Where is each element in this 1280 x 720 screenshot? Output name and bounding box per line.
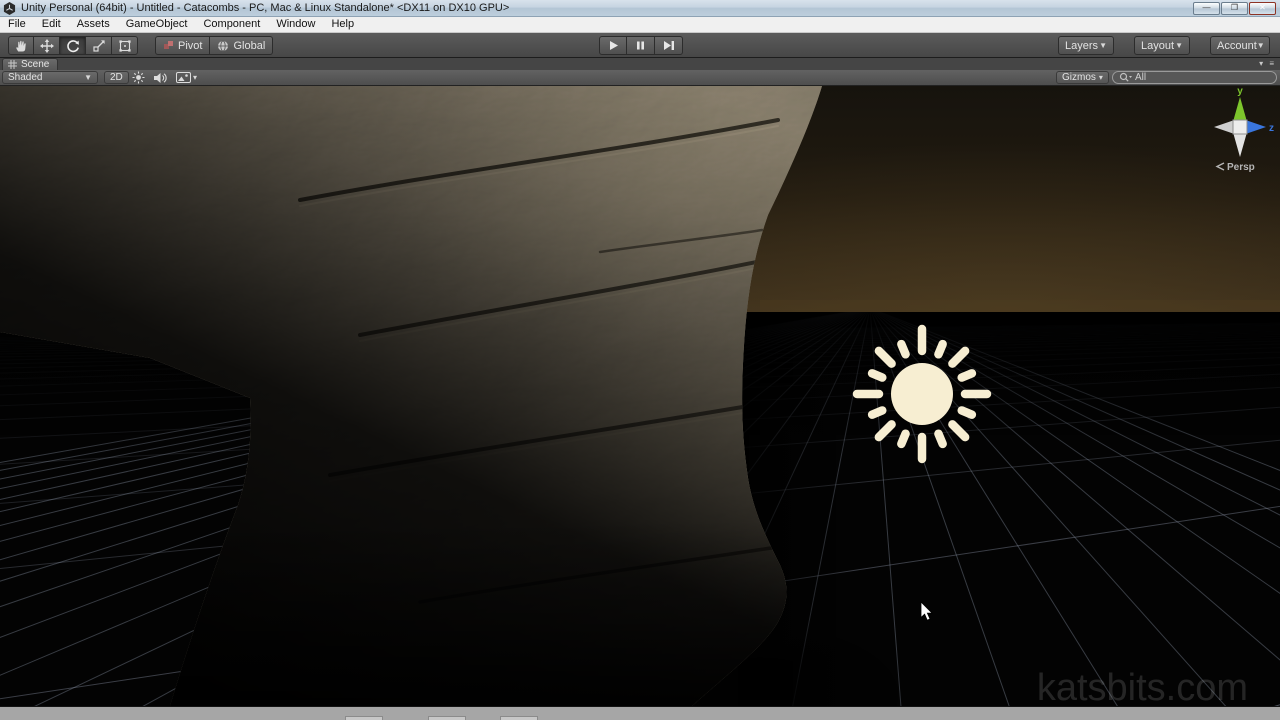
status-bar bbox=[0, 706, 1280, 720]
menu-window[interactable]: Window bbox=[268, 17, 323, 32]
account-label: Account bbox=[1217, 40, 1257, 52]
search-icon bbox=[1119, 72, 1132, 83]
restore-button[interactable]: ❐ bbox=[1221, 2, 1248, 15]
play-button[interactable] bbox=[599, 36, 627, 55]
global-icon bbox=[217, 40, 229, 52]
unity-toolbar: Pivot Global Layers▼ Layout▼ Account▼ bbox=[0, 33, 1280, 58]
step-icon bbox=[663, 40, 675, 51]
taskbar-hint bbox=[345, 716, 383, 720]
menu-edit[interactable]: Edit bbox=[34, 17, 69, 32]
gizmos-label: Gizmos bbox=[1062, 72, 1096, 83]
2d-toggle[interactable]: 2D bbox=[104, 71, 129, 84]
pivot-label: Pivot bbox=[178, 40, 202, 52]
menu-bar: File Edit Assets GameObject Component Wi… bbox=[0, 17, 1280, 33]
scale-tool-icon bbox=[92, 39, 106, 53]
effects-dropdown[interactable]: ▾ bbox=[176, 71, 197, 84]
layout-dropdown[interactable]: Layout▼ bbox=[1134, 36, 1190, 55]
audio-icon bbox=[153, 72, 167, 84]
lighting-toggle[interactable] bbox=[132, 71, 145, 84]
menu-assets[interactable]: Assets bbox=[69, 17, 118, 32]
tool-rect[interactable] bbox=[112, 36, 138, 55]
transform-tool-group bbox=[8, 36, 138, 55]
scene-canvas[interactable]: y z Persp katsbits.com bbox=[0, 86, 1280, 706]
global-toggle[interactable]: Global bbox=[210, 36, 273, 55]
account-dropdown[interactable]: Account▼ bbox=[1210, 36, 1270, 55]
layers-label: Layers bbox=[1065, 40, 1098, 52]
lighting-icon bbox=[132, 71, 145, 84]
menu-gameobject[interactable]: GameObject bbox=[118, 17, 196, 32]
playback-group bbox=[599, 36, 683, 55]
sun-gizmo-icon[interactable] bbox=[857, 329, 987, 459]
window-title: Unity Personal (64bit) - Untitled - Cata… bbox=[21, 0, 1192, 16]
shading-mode-label: Shaded bbox=[8, 72, 42, 83]
rotate-tool-icon bbox=[66, 39, 80, 53]
projection-label[interactable]: Persp bbox=[1227, 162, 1255, 173]
pivot-icon bbox=[163, 40, 174, 51]
chevron-down-icon: ▼ bbox=[1175, 42, 1183, 50]
minimize-button[interactable]: — bbox=[1193, 2, 1220, 15]
unity-logo-icon bbox=[3, 2, 16, 15]
2d-label: 2D bbox=[110, 72, 123, 83]
tab-strip: Scene ▾ ≡ bbox=[0, 58, 1280, 70]
axis-y-label: y bbox=[1237, 86, 1243, 97]
chevron-down-icon: ▾ bbox=[193, 74, 197, 82]
scene-search[interactable] bbox=[1112, 71, 1277, 84]
tool-rotate[interactable] bbox=[60, 36, 86, 55]
close-button[interactable]: ✕ bbox=[1249, 2, 1276, 15]
layout-label: Layout bbox=[1141, 40, 1174, 52]
gizmo-center-cube[interactable] bbox=[1233, 120, 1247, 134]
chevron-down-icon: ▼ bbox=[1257, 42, 1265, 50]
effects-icon bbox=[176, 72, 191, 83]
panel-menu-icon[interactable]: ▾ ≡ bbox=[1259, 59, 1276, 68]
rect-tool-icon bbox=[118, 39, 132, 53]
layers-dropdown[interactable]: Layers▼ bbox=[1058, 36, 1114, 55]
pause-icon bbox=[635, 40, 646, 51]
taskbar-hint bbox=[500, 716, 538, 720]
menu-help[interactable]: Help bbox=[323, 17, 362, 32]
chevron-down-icon: ▼ bbox=[1099, 42, 1107, 50]
axis-z-label: z bbox=[1269, 123, 1274, 134]
chevron-down-icon: ▾ bbox=[1099, 74, 1103, 82]
menu-file[interactable]: File bbox=[0, 17, 34, 32]
watermark: katsbits.com bbox=[1037, 667, 1248, 706]
tab-scene-label: Scene bbox=[21, 60, 49, 70]
scene-toolbar: Shaded ▼ 2D ▾ Gizmos ▾ bbox=[0, 70, 1280, 86]
hand-tool-icon bbox=[14, 39, 28, 53]
tab-scene[interactable]: Scene bbox=[2, 58, 58, 70]
pivot-global-group: Pivot Global bbox=[155, 36, 273, 55]
grid-tab-icon bbox=[8, 60, 17, 69]
gizmos-dropdown[interactable]: Gizmos ▾ bbox=[1056, 71, 1109, 84]
tool-hand[interactable] bbox=[8, 36, 34, 55]
scene-viewport[interactable]: y z Persp katsbits.com bbox=[0, 86, 1280, 706]
menu-component[interactable]: Component bbox=[195, 17, 268, 32]
search-input[interactable] bbox=[1135, 72, 1255, 83]
step-button[interactable] bbox=[655, 36, 683, 55]
shading-mode-dropdown[interactable]: Shaded ▼ bbox=[2, 71, 98, 84]
audio-toggle[interactable] bbox=[153, 71, 167, 84]
pivot-toggle[interactable]: Pivot bbox=[155, 36, 210, 55]
taskbar-hint bbox=[428, 716, 466, 720]
play-icon bbox=[608, 40, 619, 51]
title-bar[interactable]: Unity Personal (64bit) - Untitled - Cata… bbox=[0, 0, 1280, 17]
tool-move[interactable] bbox=[34, 36, 60, 55]
move-tool-icon bbox=[40, 39, 54, 53]
global-label: Global bbox=[233, 40, 265, 52]
tool-scale[interactable] bbox=[86, 36, 112, 55]
chevron-down-icon: ▼ bbox=[84, 74, 92, 82]
pause-button[interactable] bbox=[627, 36, 655, 55]
